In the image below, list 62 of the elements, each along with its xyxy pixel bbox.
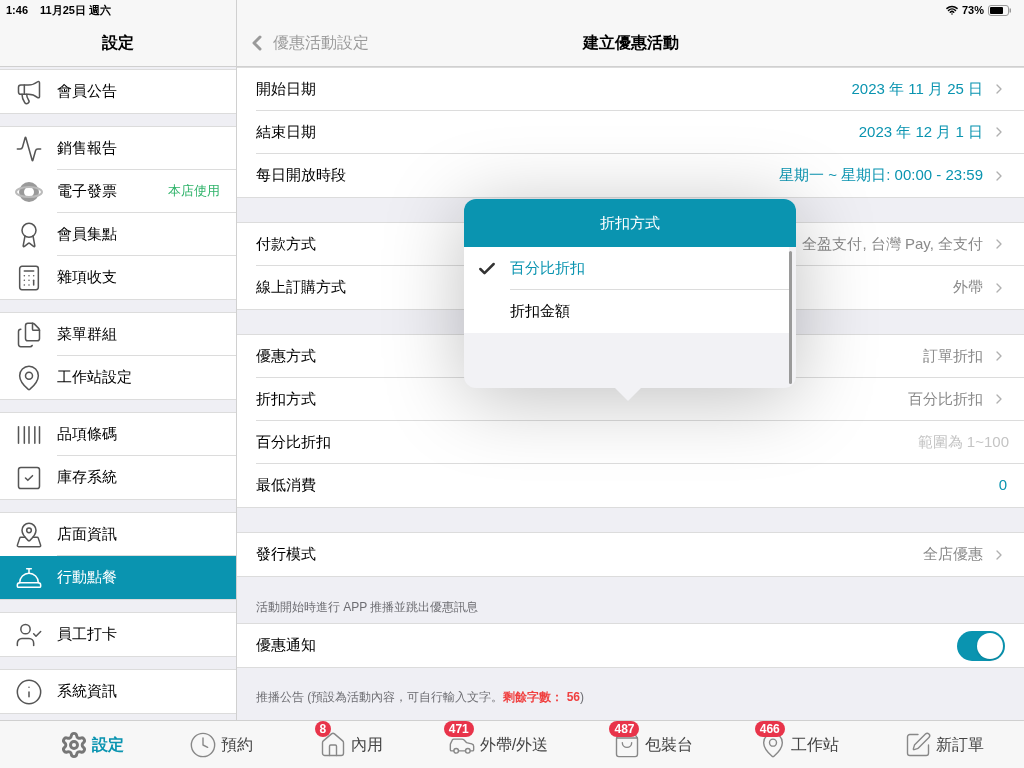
clock-icon — [189, 730, 218, 759]
row-label: 線上訂購方式 — [256, 277, 346, 298]
sidebar-label: 工作站設定 — [57, 367, 133, 388]
sidebar-label: 行動點餐 — [57, 567, 118, 588]
section-caption: 推播公告 (預設為活動內容，可自行輸入文字。剩餘字數： 56) — [256, 689, 585, 706]
option-item[interactable]: 百分比折扣 — [464, 247, 789, 290]
row-label: 開始日期 — [256, 78, 316, 99]
row-label: 優惠通知 — [256, 635, 316, 656]
toggle-switch[interactable] — [957, 630, 1005, 661]
row-label: 百分比折扣 — [256, 431, 331, 452]
wifi-icon — [945, 4, 958, 16]
tab-item[interactable]: 預約 — [189, 730, 254, 759]
status-time: 1:46 — [6, 2, 29, 18]
battery-icon — [988, 4, 1012, 16]
row-label: 每日開放時段 — [256, 165, 346, 186]
option-item[interactable]: 折扣金額 — [464, 290, 789, 333]
sidebar-label: 銷售報告 — [57, 137, 118, 158]
sidebar-item[interactable]: 行動點餐 — [0, 556, 236, 599]
count-badge: 487 — [609, 720, 640, 737]
row-value[interactable]: 外帶 — [953, 276, 983, 299]
row-value[interactable]: 2023 年 11 月 25 日 — [851, 77, 983, 101]
count-badge: 466 — [754, 720, 785, 737]
sidebar-title: 設定 — [102, 33, 134, 53]
info-icon — [15, 677, 43, 706]
sidebar-label: 電子發票 — [57, 180, 118, 201]
row-value[interactable]: 訂單折扣 — [923, 344, 983, 368]
sidebar-label: 品項條碼 — [57, 423, 118, 444]
row-value[interactable]: 2023 年 12 月 1 日 — [858, 120, 983, 144]
map-pin-icon — [15, 520, 43, 549]
documents-icon — [15, 320, 43, 349]
row-label: 優惠方式 — [256, 345, 316, 366]
option-label: 折扣金額 — [510, 301, 570, 322]
sidebar-label: 會員集點 — [57, 223, 118, 244]
battery-percent: 73% — [961, 2, 984, 18]
section-caption: 活動開始時進行 APP 推播並跳出優惠訊息 — [256, 599, 479, 616]
row-label: 發行模式 — [256, 544, 316, 565]
row-value[interactable]: 0 — [998, 474, 1007, 497]
row-value[interactable]: 全店優惠 — [923, 543, 983, 566]
sidebar-label: 系統資訊 — [57, 681, 118, 702]
row-label: 付款方式 — [256, 233, 316, 254]
settings-icon — [60, 730, 88, 759]
row-label: 最低消費 — [256, 475, 316, 496]
sidebar-label: 店面資訊 — [57, 523, 118, 544]
input-field[interactable]: 範圍為 1~100 — [809, 430, 1009, 454]
row-value[interactable]: 百分比折扣 — [908, 387, 983, 411]
tab-item[interactable]: 新訂單 — [903, 730, 984, 759]
row-label: 折扣方式 — [256, 388, 316, 409]
page-title: 建立優惠活動 — [582, 33, 679, 53]
status-date: 11月25日 週六 — [40, 2, 111, 18]
row-label: 結束日期 — [256, 121, 316, 142]
sidebar-label: 菜單群組 — [57, 323, 118, 344]
count-badge: 471 — [443, 720, 474, 737]
row-value[interactable]: 星期一 ~ 星期日: 00:00 - 23:59 — [779, 164, 983, 187]
sidebar-label: 雜項收支 — [57, 267, 118, 288]
row-value[interactable]: 全盈支付, 台灣 Pay, 全支付 — [802, 232, 983, 256]
sidebar-label: 會員公告 — [57, 81, 118, 102]
sidebar-label: 員工打卡 — [57, 624, 118, 645]
status-tag: 本店使用 — [168, 181, 220, 201]
count-badge: 8 — [314, 720, 332, 737]
popover-title: 折扣方式 — [600, 212, 660, 233]
option-label: 百分比折扣 — [510, 257, 585, 278]
sidebar-label: 庫存系統 — [57, 467, 118, 488]
